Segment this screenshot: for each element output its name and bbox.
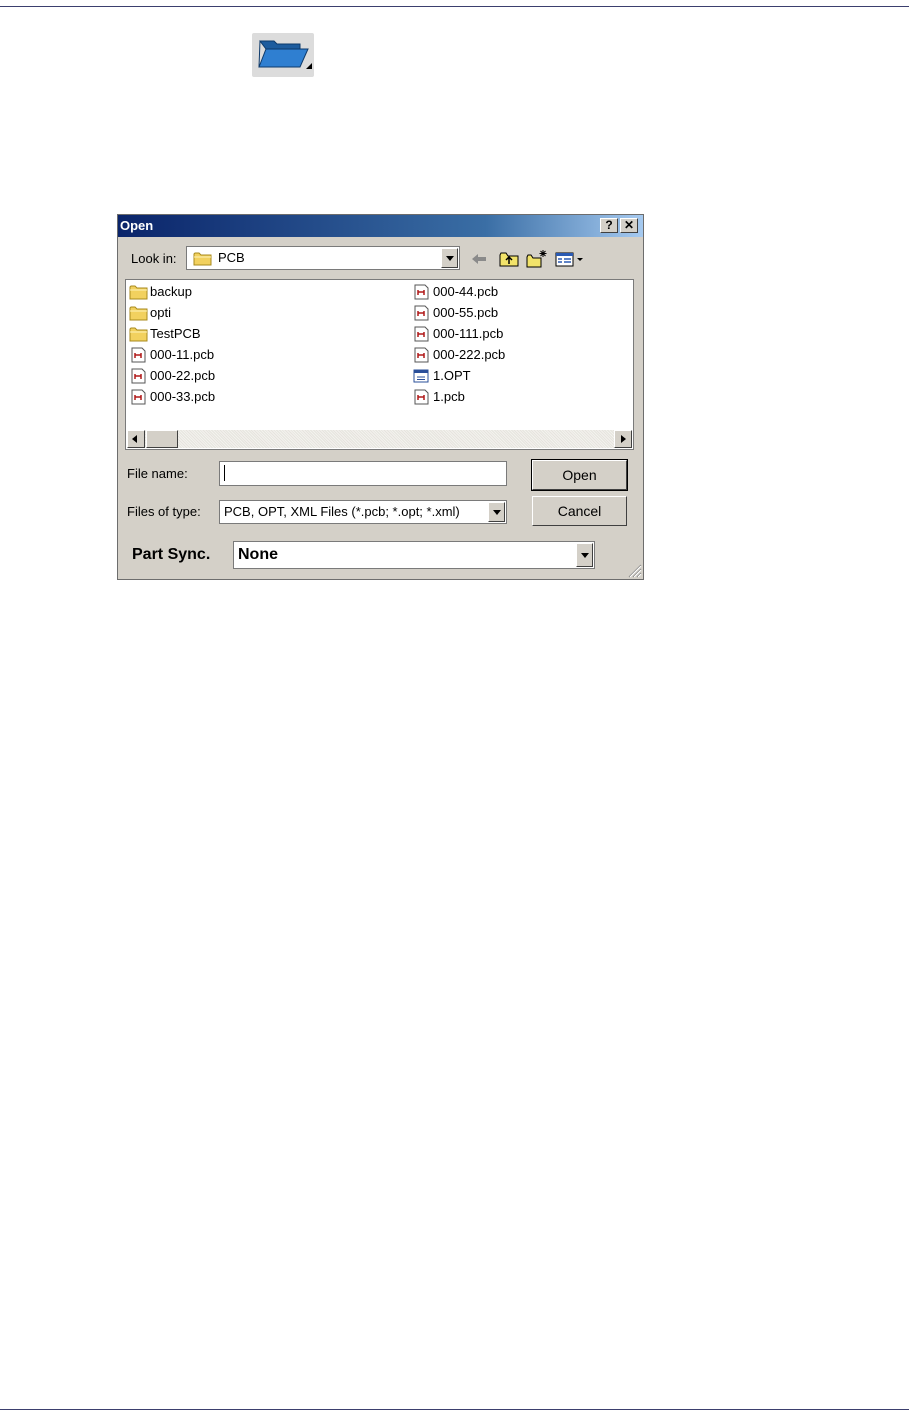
file-name: 000-11.pcb: [150, 347, 215, 362]
back-icon[interactable]: [469, 249, 489, 269]
file-name-label: File name:: [127, 466, 188, 481]
file-name-input[interactable]: [219, 461, 507, 486]
file-name: 000-55.pcb: [433, 305, 499, 320]
opt-file-icon: [413, 369, 429, 383]
views-menu-icon[interactable]: [555, 249, 585, 269]
pcb-file-icon: [131, 368, 146, 384]
up-folder-icon[interactable]: [498, 249, 520, 269]
file-name: 000-111.pcb: [433, 326, 504, 341]
horizontal-scrollbar[interactable]: [127, 430, 632, 448]
folder-icon: [129, 285, 148, 300]
help-button[interactable]: ?: [600, 218, 618, 233]
dialog-title: Open: [120, 218, 154, 233]
pcb-file-icon: [414, 305, 429, 321]
file-name: TestPCB: [150, 326, 201, 341]
file-list[interactable]: backup opti TestPCB 000-11.pcb 000-22.pc…: [125, 279, 634, 450]
part-sync-dropdown-arrow[interactable]: [576, 543, 593, 567]
file-name: opti: [150, 305, 171, 320]
text-caret: [224, 465, 225, 481]
folder-icon: [193, 252, 212, 266]
file-name: 000-22.pcb: [150, 368, 216, 383]
folder-icon: [129, 306, 148, 321]
files-of-type-dropdown[interactable]: PCB, OPT, XML Files (*.pcb; *.opt; *.xml…: [219, 500, 507, 524]
file-name: 1.OPT: [433, 368, 471, 383]
part-sync-dropdown[interactable]: None: [233, 541, 595, 569]
pcb-file-icon: [414, 347, 429, 363]
file-name: backup: [150, 284, 192, 299]
pcb-file-icon: [131, 389, 146, 405]
file-name: 000-33.pcb: [150, 389, 216, 404]
scroll-thumb[interactable]: [146, 430, 178, 448]
page-top-rule: [0, 6, 909, 7]
files-of-type-dropdown-arrow[interactable]: [488, 502, 505, 522]
pcb-file-icon: [131, 347, 146, 363]
file-name: 000-44.pcb: [433, 284, 499, 299]
part-sync-label: Part Sync.: [132, 546, 211, 563]
pcb-file-icon: [414, 326, 429, 342]
new-folder-icon[interactable]: [526, 249, 548, 269]
cancel-button[interactable]: Cancel: [532, 496, 627, 526]
resize-grip-icon[interactable]: [626, 562, 642, 578]
part-sync-value: None: [238, 546, 278, 563]
scroll-left-button[interactable]: [127, 430, 145, 448]
look-in-dropdown-arrow[interactable]: [441, 248, 458, 268]
file-name: 000-222.pcb: [433, 347, 506, 362]
look-in-label: Look in:: [131, 251, 177, 266]
files-of-type-label: Files of type:: [127, 504, 201, 519]
dialog-title-bar[interactable]: Open ? ✕: [118, 215, 643, 237]
look-in-dropdown[interactable]: PCB: [186, 246, 460, 270]
folder-icon: [129, 327, 148, 342]
open-dialog: Open ? ✕ Look in: PCB backup opti TestPC…: [117, 214, 644, 580]
scroll-right-button[interactable]: [614, 430, 632, 448]
close-button[interactable]: ✕: [620, 218, 638, 233]
pcb-file-icon: [414, 389, 429, 405]
files-of-type-value: PCB, OPT, XML Files (*.pcb; *.opt; *.xml…: [224, 504, 460, 519]
look-in-value: PCB: [218, 250, 245, 265]
open-file-tool-icon: [252, 33, 314, 77]
open-button[interactable]: Open: [531, 459, 628, 491]
page-bottom-rule: [0, 1409, 909, 1410]
pcb-file-icon: [414, 284, 429, 300]
file-name: 1.pcb: [433, 389, 465, 404]
